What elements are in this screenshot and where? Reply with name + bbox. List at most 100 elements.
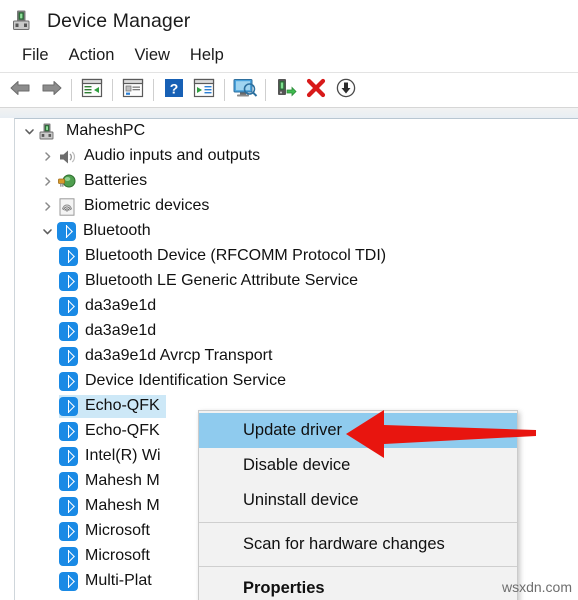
tree-item-bluetooth-device[interactable]: da3a9e1d (15, 319, 578, 344)
toolbar-separator (71, 79, 72, 101)
device-label: Multi-Plat (85, 571, 152, 589)
toolbar-console-tree-button[interactable] (77, 75, 107, 105)
scan-for-hardware-changes-icon (274, 77, 298, 104)
uninstall-device-icon (305, 77, 327, 104)
tree-category-label: Batteries (84, 171, 148, 189)
toolbar-separator (265, 79, 266, 101)
bluetooth-icon (59, 422, 78, 441)
battery-icon (57, 172, 77, 192)
tree-category-label: Bluetooth (83, 221, 151, 239)
chevron-down-icon[interactable] (37, 220, 57, 243)
device-manager-icon (12, 8, 38, 34)
watermark: wsxdn.com (501, 579, 572, 595)
help-icon: ? (163, 77, 185, 104)
bluetooth-icon (59, 572, 78, 591)
chevron-right-icon[interactable] (37, 170, 57, 193)
bluetooth-icon (59, 297, 78, 316)
device-label: da3a9e1d Avrcp Transport (85, 346, 273, 364)
device-label: Mahesh M (85, 471, 160, 489)
ctx-uninstall-device[interactable]: Uninstall device (199, 483, 517, 518)
tree-item-bluetooth-device[interactable]: da3a9e1d Avrcp Transport (15, 344, 578, 369)
forward-arrow-icon (39, 78, 63, 103)
toolbar-underline-strip (0, 108, 578, 118)
ctx-disable-device[interactable]: Disable device (199, 448, 517, 483)
tree-category-label: Biometric devices (84, 196, 210, 214)
bluetooth-icon (59, 322, 78, 341)
context-menu-separator (199, 566, 517, 567)
scan-display-icon (232, 77, 258, 104)
tree-item-bluetooth[interactable]: Bluetooth (15, 219, 578, 244)
bluetooth-icon (59, 372, 78, 391)
device-label: Bluetooth LE Generic Attribute Service (85, 271, 359, 289)
tree-item-bluetooth-device[interactable]: da3a9e1d (15, 294, 578, 319)
device-label: Intel(R) Wi (85, 446, 161, 464)
toolbar-scan-display-button[interactable] (230, 75, 260, 105)
device-label: Echo-QFK (85, 396, 160, 414)
tree-item-biometric-devices[interactable]: Biometric devices (15, 194, 578, 219)
toolbar-separator (112, 79, 113, 101)
toolbar-action-pane-button[interactable] (189, 75, 219, 105)
show-hide-console-tree-icon (80, 77, 104, 104)
properties-icon (121, 77, 145, 104)
tree-item-bluetooth-device[interactable]: Bluetooth LE Generic Attribute Service (15, 269, 578, 294)
bluetooth-icon (59, 522, 78, 541)
device-label: Microsoft (85, 546, 150, 564)
update-driver-icon (335, 77, 357, 104)
device-label: Bluetooth Device (RFCOMM Protocol TDI) (85, 246, 387, 264)
ctx-update-driver[interactable]: Update driver (199, 413, 517, 448)
menu-help[interactable]: Help (180, 45, 234, 67)
toolbar-help-button[interactable]: ? (159, 75, 189, 105)
tree-category-label: Audio inputs and outputs (84, 146, 261, 164)
fingerprint-icon (57, 197, 77, 217)
tree-item-batteries[interactable]: Batteries (15, 169, 578, 194)
bluetooth-icon (59, 347, 78, 366)
menu-file[interactable]: File (12, 45, 59, 67)
toolbar-update-driver-button[interactable] (331, 75, 361, 105)
tree-root-label: MaheshPC (66, 121, 146, 139)
bluetooth-icon (57, 222, 76, 241)
tree-item-bluetooth-device[interactable]: Device Identification Service (15, 369, 578, 394)
device-label: da3a9e1d (85, 321, 157, 339)
chevron-right-icon[interactable] (37, 195, 57, 218)
tree-item-bluetooth-device[interactable]: Bluetooth Device (RFCOMM Protocol TDI) (15, 244, 578, 269)
context-menu[interactable]: Update driver Disable device Uninstall d… (198, 410, 518, 600)
tree-item-root[interactable]: MaheshPC (15, 119, 578, 144)
device-label: Device Identification Service (85, 371, 286, 389)
toolbar-properties-button[interactable] (118, 75, 148, 105)
context-menu-separator (199, 522, 517, 523)
bluetooth-icon (59, 247, 78, 266)
device-label: Mahesh M (85, 496, 160, 514)
toolbar-back-button[interactable] (6, 75, 36, 105)
bluetooth-icon (59, 547, 78, 566)
ctx-properties[interactable]: Properties (199, 571, 517, 600)
bluetooth-icon (59, 447, 78, 466)
menu-view[interactable]: View (124, 45, 179, 67)
toolbar-uninstall-button[interactable] (301, 75, 331, 105)
chevron-right-icon[interactable] (37, 145, 57, 168)
chevron-down-icon[interactable] (19, 120, 39, 143)
menu-bar: File Action View Help (0, 42, 578, 70)
bluetooth-icon (59, 272, 78, 291)
toolbar-separator (224, 79, 225, 101)
toolbar-separator (153, 79, 154, 101)
back-arrow-icon (9, 78, 33, 103)
bluetooth-icon (59, 472, 78, 491)
device-manager-window: Device Manager File Action View Help ? M… (0, 0, 578, 600)
menu-action[interactable]: Action (59, 45, 125, 67)
show-hide-action-pane-icon (192, 77, 216, 104)
bluetooth-icon (59, 497, 78, 516)
tree-item-audio-inputs-and-outputs[interactable]: Audio inputs and outputs (15, 144, 578, 169)
speaker-icon (57, 147, 77, 167)
toolbar-scan-hardware-button[interactable] (271, 75, 301, 105)
ctx-scan-hardware[interactable]: Scan for hardware changes (199, 527, 517, 562)
bluetooth-icon (59, 397, 78, 416)
device-label: Microsoft (85, 521, 150, 539)
title-bar: Device Manager (0, 0, 578, 42)
toolbar-forward-button[interactable] (36, 75, 66, 105)
device-label: Echo-QFK (85, 421, 160, 439)
svg-text:?: ? (170, 80, 179, 96)
toolbar: ? (0, 72, 578, 108)
computer-icon (39, 122, 59, 142)
window-title: Device Manager (47, 9, 191, 32)
device-label: da3a9e1d (85, 296, 157, 314)
